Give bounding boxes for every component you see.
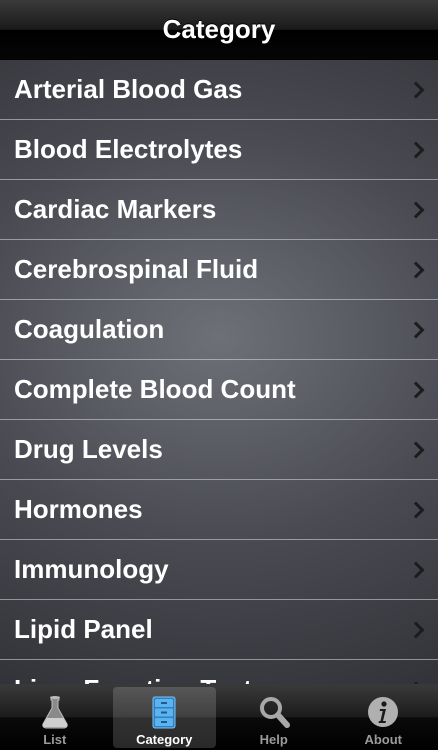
category-list[interactable]: Arterial Blood Gas Blood Electrolytes Ca… xyxy=(0,60,438,684)
list-item-label: Drug Levels xyxy=(14,434,163,464)
chevron-right-icon xyxy=(407,321,425,338)
tab-label: List xyxy=(43,732,67,747)
list-item-label: Blood Electrolytes xyxy=(14,134,243,164)
list-item-blood-electrolytes[interactable]: Blood Electrolytes xyxy=(0,120,438,180)
list-item-cardiac-markers[interactable]: Cardiac Markers xyxy=(0,180,438,240)
list-item-lipid-panel[interactable]: Lipid Panel xyxy=(0,600,438,660)
tab-category[interactable]: Category xyxy=(110,684,220,750)
tab-about[interactable]: About xyxy=(329,684,438,750)
app-window: Category Arterial Blood Gas Blood Electr… xyxy=(0,0,438,750)
list-item-label: Cerebrospinal Fluid xyxy=(14,254,259,284)
list-item-label: Coagulation xyxy=(14,314,165,344)
chevron-right-icon xyxy=(407,81,425,98)
chevron-right-icon xyxy=(407,561,425,578)
list-item-label: Hormones xyxy=(14,494,143,524)
tab-label: Category xyxy=(136,732,193,747)
chevron-right-icon xyxy=(407,621,425,638)
chevron-right-icon xyxy=(407,141,425,158)
chevron-right-icon xyxy=(407,501,425,518)
list-item-cerebrospinal-fluid[interactable]: Cerebrospinal Fluid xyxy=(0,240,438,300)
list-item-label: Lipid Panel xyxy=(14,614,153,644)
list-item-label: Arterial Blood Gas xyxy=(14,74,243,104)
list-item-liver-function-tests[interactable]: Liver Function Tests xyxy=(0,660,438,684)
tab-bar: List Category Help About xyxy=(0,684,438,750)
list-item-arterial-blood-gas[interactable]: Arterial Blood Gas xyxy=(0,60,438,120)
file-cabinet-icon xyxy=(152,696,176,729)
tab-label: About xyxy=(364,732,403,747)
list-item-label: Cardiac Markers xyxy=(14,194,217,224)
navigation-bar: Category xyxy=(0,0,438,60)
list-item-label: Complete Blood Count xyxy=(14,374,296,404)
info-icon xyxy=(368,697,399,727)
tab-list[interactable]: List xyxy=(0,684,110,750)
chevron-right-icon xyxy=(407,381,425,398)
list-item-hormones[interactable]: Hormones xyxy=(0,480,438,540)
list-item-label: Liver Function Tests xyxy=(14,674,266,684)
list-item-complete-blood-count[interactable]: Complete Blood Count xyxy=(0,360,438,420)
list-item-coagulation[interactable]: Coagulation xyxy=(0,300,438,360)
list-item-label: Immunology xyxy=(14,554,169,584)
list-item-immunology[interactable]: Immunology xyxy=(0,540,438,600)
magnifier-icon xyxy=(259,697,290,728)
flask-icon xyxy=(42,696,68,729)
chevron-right-icon xyxy=(407,201,425,218)
chevron-right-icon xyxy=(407,261,425,278)
tab-label: Help xyxy=(259,732,288,747)
list-item-drug-levels[interactable]: Drug Levels xyxy=(0,420,438,480)
page-title: Category xyxy=(162,14,276,44)
tab-help[interactable]: Help xyxy=(219,684,329,750)
chevron-right-icon xyxy=(407,441,425,458)
